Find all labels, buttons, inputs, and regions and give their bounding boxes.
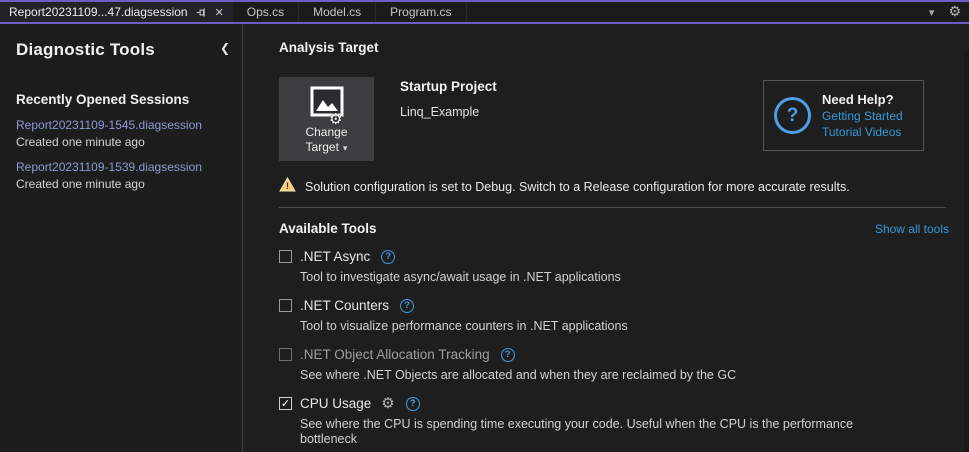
warning-text: Solution configuration is set to Debug. … — [305, 180, 850, 194]
startup-project-title: Startup Project — [400, 79, 497, 94]
tab-strip-controls: ▾ ⚙ — [929, 2, 969, 22]
tool-description: See where .NET Objects are allocated and… — [300, 368, 737, 382]
tool-label: CPU Usage — [300, 396, 372, 411]
session-link[interactable]: Report20231109-1545.diagsession — [16, 118, 232, 132]
help-icon[interactable]: ? — [500, 347, 515, 362]
diagnostic-tools-sidebar: Diagnostic Tools ❮ Recently Opened Sessi… — [0, 24, 243, 452]
cpu-usage-checkbox[interactable]: ✓ — [279, 397, 292, 410]
show-all-tools-link[interactable]: Show all tools — [875, 222, 949, 236]
startup-project-block: Startup Project Linq_Example — [400, 77, 497, 119]
tab-diagsession-report[interactable]: Report20231109...47.diagsession ✕ — [0, 2, 233, 22]
tutorial-videos-link[interactable]: Tutorial Videos — [822, 125, 903, 139]
tool-description: Tool to investigate async/await usage in… — [300, 270, 621, 284]
help-icon[interactable]: ? — [381, 249, 396, 264]
tool-label: .NET Counters — [300, 298, 390, 313]
tool-cpu-usage: ✓ CPU Usage ⚙ ? See where the CPU is spe… — [279, 396, 949, 447]
available-tools-heading: Available Tools — [279, 221, 377, 236]
session-link[interactable]: Report20231109-1539.diagsession — [16, 160, 232, 174]
close-icon[interactable]: ✕ — [215, 6, 224, 19]
tab-ops[interactable]: Ops.cs — [233, 2, 300, 22]
page-title: Diagnostic Tools — [16, 40, 155, 59]
tool-description: See where the CPU is spending time execu… — [300, 417, 854, 446]
tool-dotnet-counters: ✓ .NET Counters ? Tool to visualize perf… — [279, 298, 949, 334]
scrollbar-track[interactable] — [964, 50, 969, 452]
getting-started-link[interactable]: Getting Started — [822, 109, 903, 123]
need-help-text: Need Help? Getting Started Tutorial Vide… — [822, 92, 903, 139]
diagnostics-launch-main: Analysis Target ⚙ Change Target ▾ Startup… — [243, 24, 969, 452]
gear-icon: ⚙ — [329, 110, 343, 128]
help-icon[interactable]: ? — [405, 396, 420, 411]
change-target-icon: ⚙ — [305, 85, 349, 128]
tool-label: .NET Async — [300, 249, 371, 264]
help-icon[interactable]: ? — [400, 298, 415, 313]
sessions-heading: Recently Opened Sessions — [16, 92, 190, 107]
change-target-label-line2: Target ▾ — [305, 140, 348, 154]
dropdown-caret-icon: ▾ — [342, 143, 348, 153]
tool-dotnet-async: ✓ .NET Async ? Tool to investigate async… — [279, 249, 949, 285]
analysis-target-heading: Analysis Target — [279, 40, 379, 55]
chevron-down-icon[interactable]: ▾ — [929, 6, 935, 19]
startup-project-name: Linq_Example — [400, 105, 480, 119]
tool-description: Tool to visualize performance counters i… — [300, 319, 628, 333]
svg-text:!: ! — [286, 181, 289, 191]
session-item: Report20231109-1539.diagsession Created … — [16, 160, 232, 191]
change-target-button[interactable]: ⚙ Change Target ▾ — [279, 77, 374, 161]
warning-icon: ! — [279, 176, 296, 197]
available-tools-header: Available Tools Show all tools — [279, 221, 949, 236]
cpu-usage-settings-gear-icon[interactable]: ⚙ — [381, 396, 394, 411]
dotnet-counters-checkbox[interactable]: ✓ — [279, 299, 292, 312]
need-help-box: ? Need Help? Getting Started Tutorial Vi… — [763, 80, 924, 151]
section-divider — [279, 207, 946, 208]
need-help-title: Need Help? — [822, 92, 894, 107]
pin-icon[interactable] — [196, 7, 207, 18]
dotnet-async-checkbox[interactable]: ✓ — [279, 250, 292, 263]
tool-dotnet-object-allocation: ✓ .NET Object Allocation Tracking ? See … — [279, 347, 949, 383]
object-allocation-checkbox[interactable]: ✓ — [279, 348, 292, 361]
gear-icon[interactable]: ⚙ — [948, 4, 961, 20]
session-item: Report20231109-1545.diagsession Created … — [16, 118, 232, 149]
tab-model[interactable]: Model.cs — [299, 2, 377, 22]
tool-label: .NET Object Allocation Tracking — [300, 347, 490, 362]
tab-label: Report20231109...47.diagsession — [9, 5, 188, 19]
document-tab-bar: Report20231109...47.diagsession ✕ Ops.cs… — [0, 0, 969, 24]
configuration-warning: ! Solution configuration is set to Debug… — [279, 176, 949, 197]
help-question-icon: ? — [774, 97, 811, 134]
collapse-sidebar-icon[interactable]: ❮ — [220, 41, 230, 55]
session-created-label: Created one minute ago — [16, 135, 145, 149]
session-created-label: Created one minute ago — [16, 177, 145, 191]
tab-program[interactable]: Program.cs — [376, 2, 467, 22]
